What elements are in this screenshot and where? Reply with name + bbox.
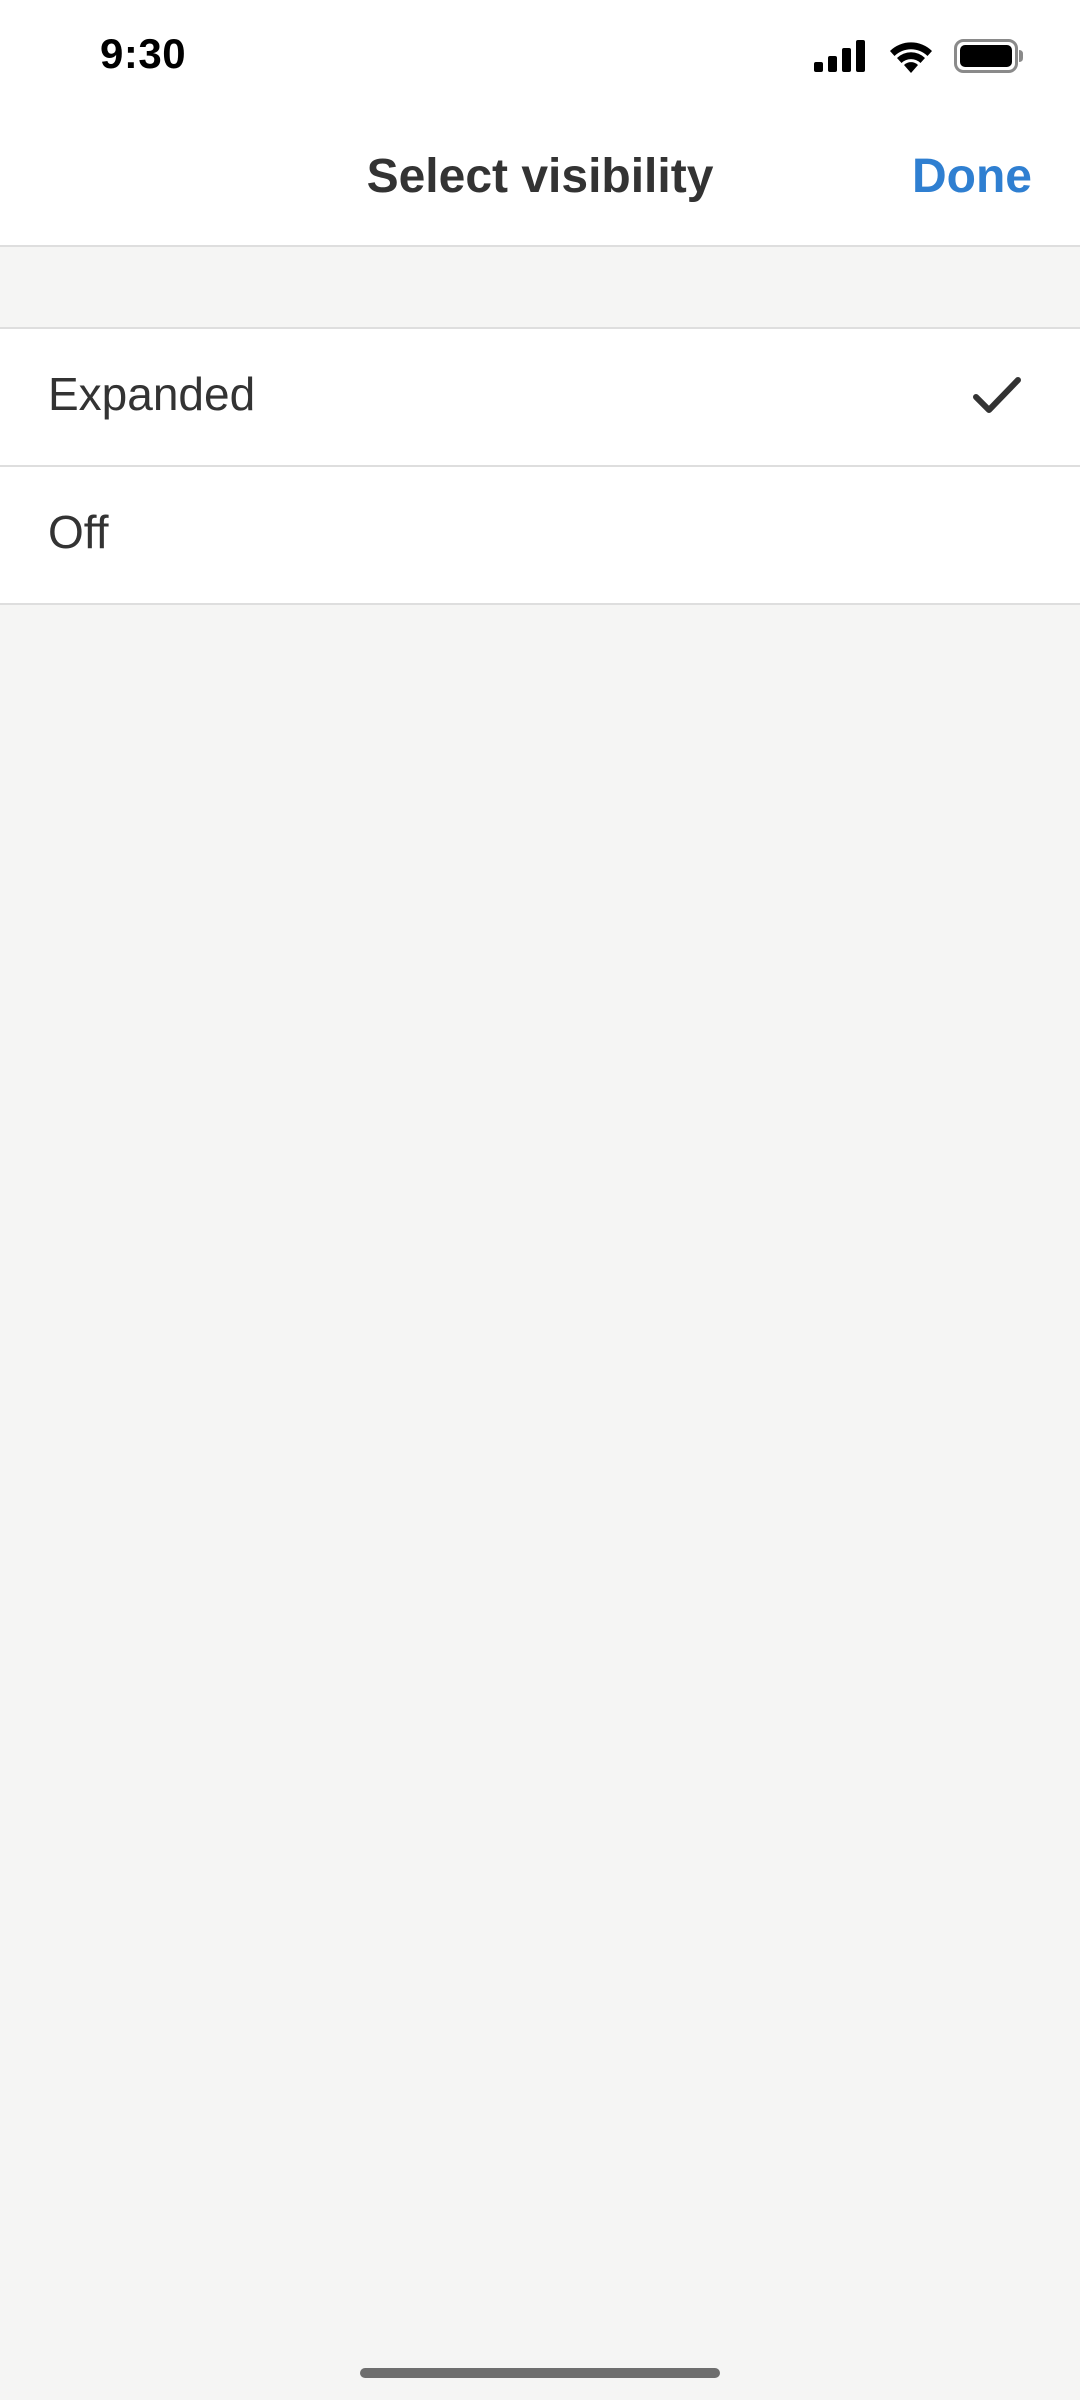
status-bar: 9:30 [0,0,1080,115]
option-off[interactable]: Off [0,467,1080,605]
cellular-signal-icon [814,40,865,72]
done-button[interactable]: Done [912,149,1032,204]
wifi-icon [890,42,932,73]
section-spacer [0,247,1080,327]
status-time: 9:30 [100,30,187,77]
option-label: Expanded [48,368,256,420]
checkmark-icon [973,377,1021,413]
status-icons [814,36,1024,76]
home-indicator[interactable] [360,2368,720,2378]
option-expanded[interactable]: Expanded [0,329,1080,467]
battery-icon [954,39,1023,73]
navigation-bar: Select visibility Done [0,115,1080,247]
screen: 9:30 Select visibility Done Expanded Off [0,0,1080,2400]
visibility-option-list: Expanded Off [0,327,1080,605]
option-label: Off [48,506,109,558]
